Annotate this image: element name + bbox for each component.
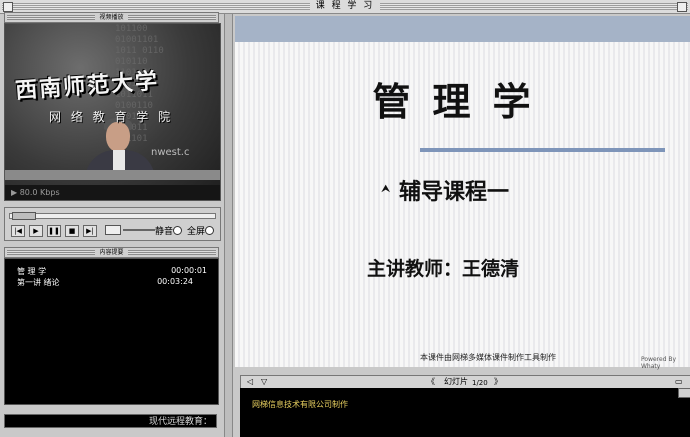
- fullscreen-label: 全屏: [187, 227, 206, 237]
- mouse-cursor-icon: ⮝: [381, 182, 391, 195]
- nav-prev-icon[interactable]: ◁: [247, 376, 253, 388]
- play-icon: ▶: [33, 227, 39, 235]
- scrolling-banner: 现代远程教育：: [4, 414, 217, 428]
- stop-button[interactable]: ■: [65, 225, 79, 237]
- lecture-desk: [5, 170, 220, 180]
- content-outline-list: 管 理 学 00:00:01 第一讲 绪论 00:03:24: [4, 258, 219, 405]
- mute-label: 静音: [155, 227, 174, 237]
- pane-divider[interactable]: [224, 14, 233, 437]
- play-indicator-icon: ▶: [11, 188, 18, 197]
- stop-icon: ■: [68, 227, 76, 235]
- slide-notes-panel: 网梯信息技术有限公司制作: [240, 388, 690, 437]
- list-item-time: 00:00:01: [171, 266, 207, 275]
- volume-box: [105, 225, 121, 235]
- video-player[interactable]: 101100 01001101 1011 0110 010110 1101 01 011…: [4, 23, 221, 201]
- list-item[interactable]: 管 理 学 00:00:01: [17, 266, 207, 277]
- forward-button[interactable]: ▶|: [83, 225, 97, 237]
- rewind-button[interactable]: |◀: [11, 225, 25, 237]
- rewind-icon: |◀: [14, 227, 22, 235]
- pause-button[interactable]: ❚❚: [47, 225, 61, 237]
- volume-control[interactable]: [105, 225, 157, 235]
- list-item-label: 第一讲 绪论: [17, 278, 60, 287]
- video-panel-header: 视频播放: [4, 12, 219, 23]
- playback-controls: |◀ ▶ ❚❚ ■ ▶| 静音 全屏: [4, 207, 221, 241]
- volume-slider[interactable]: [123, 229, 155, 231]
- nav-forward-icon[interactable]: 》: [494, 376, 502, 388]
- slide-teacher: 主讲教师：王德清: [367, 258, 520, 280]
- window-close-box[interactable]: [3, 2, 13, 12]
- window-title: 课 程 学 习: [309, 1, 381, 11]
- slide-view: 管理学 ⮝ 辅导课程一 主讲教师：王德清 本课件由网梯多媒体课件制作工具制作 P…: [235, 16, 690, 370]
- list-item-time: 00:03:24: [157, 277, 193, 286]
- video-panel-title: 视频播放: [95, 14, 128, 21]
- college-logo-text: 网 络 教 育 学 院: [49, 110, 174, 124]
- content-panel-header: 内容提要: [4, 247, 219, 258]
- pause-icon: ❚❚: [48, 227, 60, 235]
- seek-bar[interactable]: [9, 212, 216, 220]
- fullscreen-option[interactable]: 全屏: [187, 224, 215, 237]
- slide-label: 幻灯片: [444, 377, 468, 386]
- notes-text: 网梯信息技术有限公司制作: [252, 400, 348, 409]
- fullscreen-radio[interactable]: [205, 226, 215, 235]
- nav-dropdown-icon[interactable]: ▽: [261, 376, 267, 388]
- list-item-label: 管 理 学: [17, 267, 47, 276]
- video-watermark-url: nwest.c: [151, 147, 190, 158]
- content-panel-title: 内容提要: [95, 249, 128, 256]
- slide-powered-by: Powered By Whaty: [641, 356, 677, 370]
- seek-thumb[interactable]: [12, 212, 36, 220]
- slide-divider-rule: [420, 148, 665, 152]
- window-zoom-box[interactable]: [677, 2, 687, 12]
- notes-toggle-icon[interactable]: ▭: [675, 376, 683, 388]
- notes-scroll-button[interactable]: [678, 388, 690, 398]
- list-item[interactable]: 第一讲 绪论 00:03:24: [17, 277, 207, 288]
- nav-back-icon[interactable]: 《: [427, 376, 435, 388]
- mute-option[interactable]: 静音: [155, 224, 183, 237]
- slide-navigation-bar: ◁ ▽ 《 幻灯片 1/20 》 ▭: [240, 375, 690, 389]
- slide-header-band: [235, 16, 690, 42]
- play-button[interactable]: ▶: [29, 225, 43, 237]
- slide-title: 管理学: [372, 79, 553, 124]
- bitrate-label: 80.0 Kbps: [19, 188, 60, 197]
- forward-icon: ▶|: [86, 227, 94, 235]
- video-status-bar: ▶ 80.0 Kbps: [5, 185, 220, 200]
- slide-subtitle: 辅导课程一: [399, 179, 510, 205]
- lecturer-shirt: [113, 150, 125, 172]
- slide-credit: 本课件由网梯多媒体课件制作工具制作: [420, 353, 556, 362]
- lecturer-head: [106, 122, 130, 152]
- mute-radio[interactable]: [173, 226, 183, 235]
